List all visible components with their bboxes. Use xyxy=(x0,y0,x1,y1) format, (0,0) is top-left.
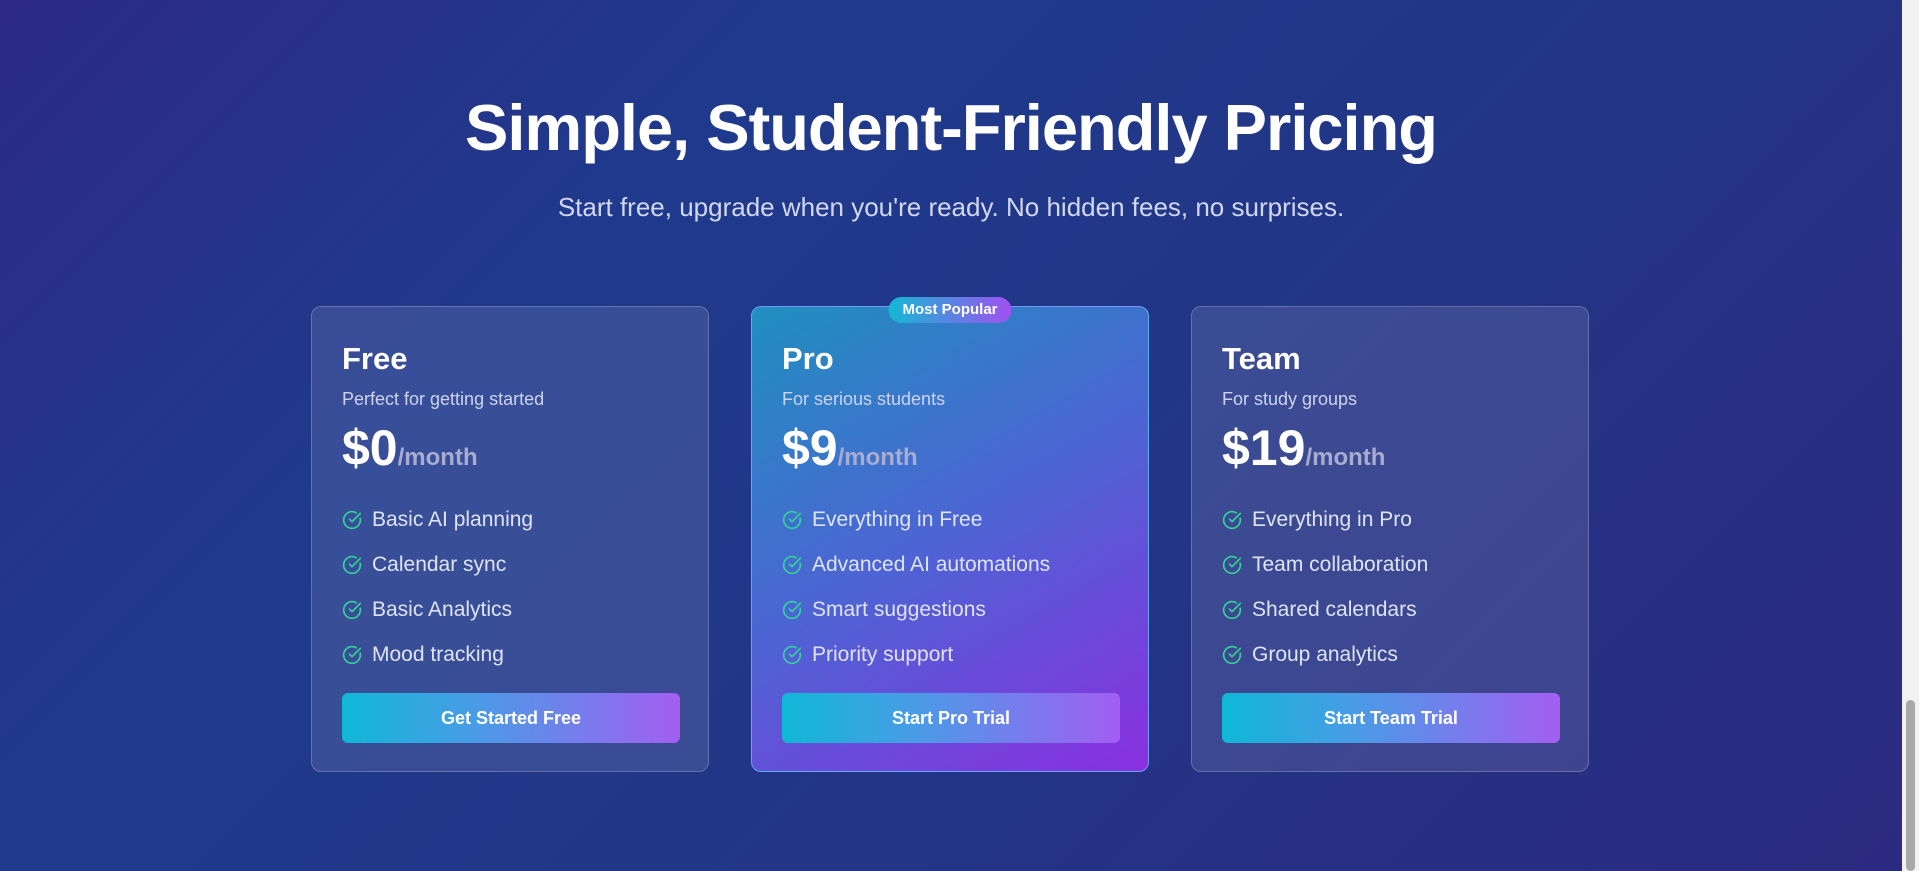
check-circle-icon xyxy=(342,510,362,529)
feature-item: Basic Analytics xyxy=(342,587,533,632)
feature-item: Team collaboration xyxy=(1222,542,1428,587)
check-circle-icon xyxy=(342,645,362,664)
check-circle-icon xyxy=(342,600,362,619)
feature-label: Basic AI planning xyxy=(372,507,534,531)
plan-card-team: Team For study groups $19/month Everythi… xyxy=(1191,306,1589,772)
feature-item: Everything in Pro xyxy=(1222,497,1428,542)
check-circle-icon xyxy=(782,510,802,529)
feature-item: Advanced AI automations xyxy=(782,542,1050,587)
check-circle-icon xyxy=(1222,645,1242,664)
most-popular-badge: Most Popular xyxy=(888,297,1012,323)
feature-list: Everything in Free Advanced AI automatio… xyxy=(782,497,1050,677)
plan-description: For study groups xyxy=(1222,389,1358,409)
feature-item: Smart suggestions xyxy=(782,587,1050,632)
plan-description: For serious students xyxy=(782,389,946,409)
check-circle-icon xyxy=(342,555,362,574)
start-pro-trial-button[interactable]: Start Pro Trial xyxy=(782,693,1120,743)
feature-label: Smart suggestions xyxy=(812,597,986,621)
price-amount: $9 xyxy=(782,420,838,476)
feature-label: Team collaboration xyxy=(1252,552,1429,576)
check-circle-icon xyxy=(1222,600,1242,619)
feature-label: Mood tracking xyxy=(372,642,504,666)
feature-item: Group analytics xyxy=(1222,632,1428,677)
feature-label: Shared calendars xyxy=(1252,597,1417,621)
feature-item: Everything in Free xyxy=(782,497,1050,542)
price-period: /month xyxy=(1305,444,1386,471)
scrollbar-thumb[interactable] xyxy=(1906,700,1915,871)
price-period: /month xyxy=(397,444,478,471)
check-circle-icon xyxy=(782,600,802,619)
feature-label: Everything in Free xyxy=(812,507,983,531)
plan-price: $19/month xyxy=(1222,419,1385,477)
plan-description: Perfect for getting started xyxy=(342,389,545,409)
scrollbar[interactable] xyxy=(1902,0,1919,871)
plan-card-pro: Most Popular Pro For serious students $9… xyxy=(751,297,1149,772)
check-circle-icon xyxy=(1222,555,1242,574)
check-circle-icon xyxy=(782,645,802,664)
feature-list: Basic AI planning Calendar sync Basic An… xyxy=(342,497,533,677)
start-team-trial-button[interactable]: Start Team Trial xyxy=(1222,693,1560,743)
price-amount: $0 xyxy=(342,420,398,476)
check-circle-icon xyxy=(782,555,802,574)
feature-item: Priority support xyxy=(782,632,1050,677)
feature-item: Mood tracking xyxy=(342,632,533,677)
plan-price: $9/month xyxy=(782,419,918,477)
check-circle-icon xyxy=(1222,510,1242,529)
plan-name: Free xyxy=(342,341,408,376)
feature-list: Everything in Pro Team collaboration Sha… xyxy=(1222,497,1428,677)
plan-name: Pro xyxy=(782,341,834,376)
feature-label: Basic Analytics xyxy=(372,597,513,621)
feature-label: Advanced AI automations xyxy=(812,552,1051,576)
price-amount: $19 xyxy=(1222,420,1306,476)
page-subtitle: Start free, upgrade when you're ready. N… xyxy=(557,192,1345,222)
price-period: /month xyxy=(837,444,918,471)
plan-name: Team xyxy=(1222,341,1301,376)
feature-label: Priority support xyxy=(812,642,954,666)
pricing-section: Simple, Student-Friendly Pricing Start f… xyxy=(0,0,1902,871)
plan-price: $0/month xyxy=(342,419,478,477)
feature-label: Group analytics xyxy=(1252,642,1398,666)
feature-item: Shared calendars xyxy=(1222,587,1428,632)
feature-label: Calendar sync xyxy=(372,552,507,576)
plan-card-free: Free Perfect for getting started $0/mont… xyxy=(311,306,709,772)
feature-item: Calendar sync xyxy=(342,542,533,587)
feature-item: Basic AI planning xyxy=(342,497,533,542)
page-title: Simple, Student-Friendly Pricing xyxy=(464,91,1438,164)
get-started-free-button[interactable]: Get Started Free xyxy=(342,693,680,743)
feature-label: Everything in Pro xyxy=(1252,507,1412,531)
